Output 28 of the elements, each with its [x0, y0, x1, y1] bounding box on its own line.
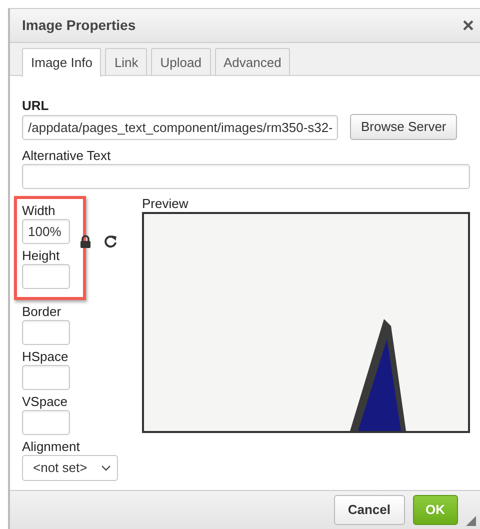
spacing-label: VSpace [22, 394, 69, 410]
size-label: Width [22, 203, 56, 219]
size-field[interactable] [22, 264, 70, 289]
cancel-button[interactable]: Cancel [334, 495, 404, 525]
spacing-field[interactable] [22, 410, 70, 435]
size-label: Height [22, 248, 61, 264]
resize-grip-icon[interactable] [466, 516, 476, 526]
spacing-field[interactable] [22, 365, 70, 390]
spacing-label: Border [22, 304, 62, 320]
url-label: URL [22, 98, 50, 114]
browse-server-button[interactable]: Browse Server [350, 114, 458, 140]
tab[interactable]: Link [105, 48, 148, 75]
alt-text-label: Alternative Text [22, 148, 112, 164]
close-button[interactable]: × [462, 16, 474, 36]
preview-label: Preview [142, 196, 190, 212]
tab[interactable]: Image Info [22, 48, 102, 77]
alt-text-field[interactable] [22, 164, 470, 189]
dialog-title: Image Properties [22, 16, 136, 35]
alignment-select[interactable]: <not set> [22, 455, 118, 481]
tab[interactable]: Upload [151, 48, 210, 75]
alignment-label: Alignment [22, 439, 81, 455]
lock-icon[interactable] [80, 234, 91, 248]
caret-icon [101, 465, 111, 471]
tab[interactable]: Advanced [214, 48, 290, 75]
size-field[interactable]: 100% [22, 219, 70, 244]
spacing-field[interactable] [22, 320, 70, 345]
spacing-label: HSpace [22, 349, 70, 365]
refresh-icon[interactable] [104, 234, 117, 248]
